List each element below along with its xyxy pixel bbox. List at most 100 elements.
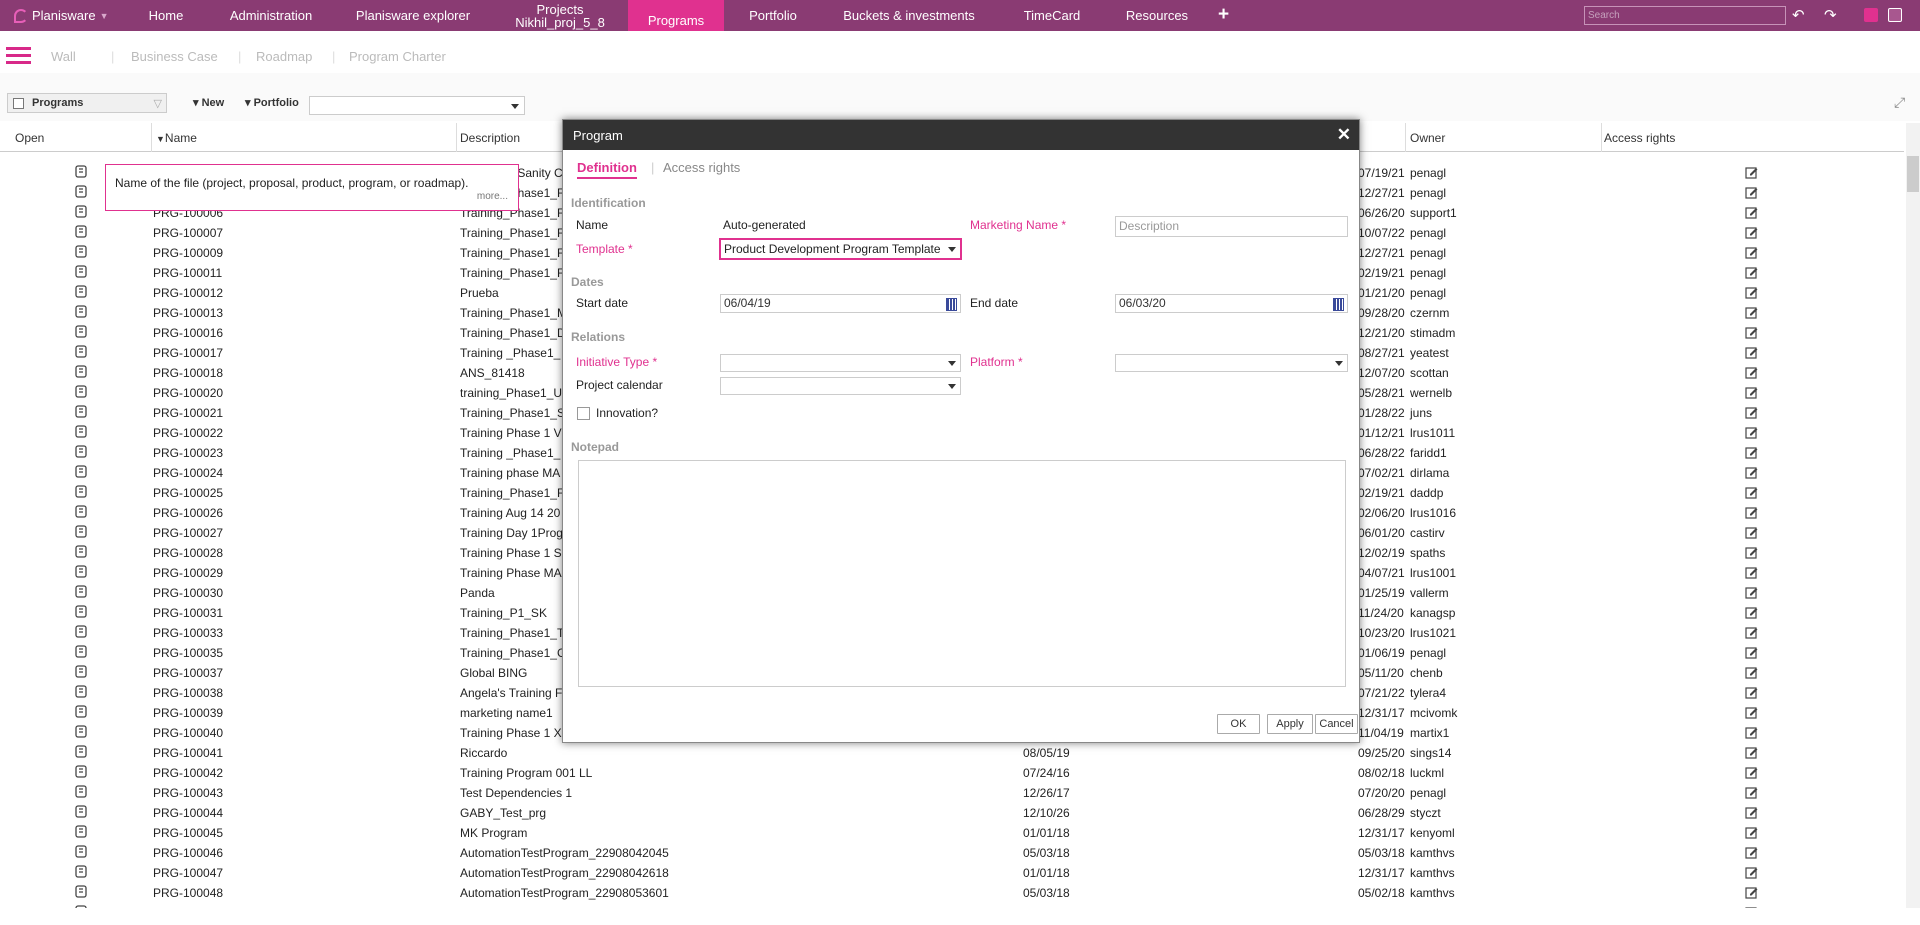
cell-name[interactable]: PRG-100046	[153, 846, 223, 860]
undo-icon[interactable]: ↶	[1792, 6, 1805, 24]
marketing-name-field[interactable]: Description	[1115, 216, 1348, 237]
open-file-icon[interactable]	[74, 565, 88, 578]
cell-name[interactable]: PRG-100028	[153, 546, 223, 560]
template-select[interactable]: Product Development Program Template	[720, 239, 961, 259]
edit-icon[interactable]	[1745, 766, 1758, 779]
edit-icon[interactable]	[1745, 526, 1758, 539]
cell-name[interactable]: PRG-100026	[153, 506, 223, 520]
cell-name[interactable]: PRG-100022	[153, 426, 223, 440]
portfolio-menu[interactable]: ▾ Portfolio	[245, 96, 299, 109]
innovation-checkbox[interactable]	[577, 407, 590, 420]
notification-icon[interactable]	[1864, 8, 1878, 22]
calendar-icon[interactable]	[946, 298, 957, 311]
edit-icon[interactable]	[1745, 306, 1758, 319]
cell-name[interactable]: PRG-100037	[153, 666, 223, 680]
edit-icon[interactable]	[1745, 566, 1758, 579]
edit-icon[interactable]	[1745, 426, 1758, 439]
menu-list-icon[interactable]	[6, 47, 31, 65]
edit-icon[interactable]	[1745, 846, 1758, 859]
edit-icon[interactable]	[1745, 266, 1758, 279]
cell-name[interactable]: PRG-100039	[153, 706, 223, 720]
edit-icon[interactable]	[1745, 806, 1758, 819]
list-selector[interactable]: Programs ▽	[7, 93, 167, 113]
platform-select[interactable]	[1115, 354, 1348, 372]
open-file-icon[interactable]	[74, 805, 88, 818]
open-file-icon[interactable]	[74, 485, 88, 498]
open-file-icon[interactable]	[74, 445, 88, 458]
cell-name[interactable]: PRG-100044	[153, 806, 223, 820]
open-file-icon[interactable]	[74, 365, 88, 378]
notepad-textarea[interactable]	[578, 460, 1346, 687]
edit-icon[interactable]	[1745, 466, 1758, 479]
subnav-business-case[interactable]: Business Case	[131, 49, 218, 64]
open-file-icon[interactable]	[74, 865, 88, 878]
cell-name[interactable]: PRG-100018	[153, 366, 223, 380]
apply-button[interactable]: Apply	[1267, 714, 1313, 734]
project-calendar-select[interactable]	[720, 377, 961, 395]
column-header-open[interactable]: Open	[15, 131, 44, 145]
portfolio-select[interactable]	[309, 96, 525, 115]
open-file-icon[interactable]	[74, 765, 88, 778]
tooltip-more-link[interactable]: more...	[477, 191, 508, 202]
open-file-icon[interactable]	[74, 405, 88, 418]
tab-definition[interactable]: Definition	[577, 160, 637, 179]
save-icon[interactable]	[1888, 8, 1902, 22]
tab-access-rights[interactable]: Access rights	[663, 160, 740, 175]
edit-icon[interactable]	[1745, 386, 1758, 399]
edit-icon[interactable]	[1745, 546, 1758, 559]
cell-name[interactable]: PRG-100048	[153, 886, 223, 900]
open-file-icon[interactable]	[74, 225, 88, 238]
open-file-icon[interactable]	[74, 305, 88, 318]
open-file-icon[interactable]	[74, 345, 88, 358]
cell-name[interactable]: PRG-100016	[153, 326, 223, 340]
edit-icon[interactable]	[1745, 246, 1758, 259]
open-file-icon[interactable]	[74, 265, 88, 278]
close-icon[interactable]: ✕	[1337, 125, 1351, 145]
cell-name[interactable]: PRG-100009	[153, 246, 223, 260]
cancel-button[interactable]: Cancel	[1315, 714, 1358, 734]
open-file-icon[interactable]	[74, 505, 88, 518]
open-file-icon[interactable]	[74, 905, 88, 908]
edit-icon[interactable]	[1745, 726, 1758, 739]
nav-administration[interactable]: Administration	[218, 0, 324, 31]
search-input[interactable]: Search	[1584, 6, 1786, 25]
cell-name[interactable]: PRG-100024	[153, 466, 223, 480]
edit-icon[interactable]	[1745, 326, 1758, 339]
cell-name[interactable]: PRG-100035	[153, 646, 223, 660]
edit-icon[interactable]	[1745, 286, 1758, 299]
edit-icon[interactable]	[1745, 366, 1758, 379]
open-file-icon[interactable]	[74, 245, 88, 258]
edit-icon[interactable]	[1745, 506, 1758, 519]
subnav-roadmap[interactable]: Roadmap	[256, 49, 312, 64]
edit-icon[interactable]	[1745, 206, 1758, 219]
table-row[interactable]: PRG-100041 Riccardo 08/05/19 09/25/20 sings1…	[0, 742, 1904, 762]
cell-name[interactable]: PRG-100047	[153, 866, 223, 880]
cell-name[interactable]: PRG-100042	[153, 766, 223, 780]
column-header-name[interactable]: ▼Name	[156, 131, 197, 145]
vertical-scrollbar[interactable]	[1906, 123, 1920, 908]
nav-home[interactable]: Home	[140, 0, 192, 31]
edit-icon[interactable]	[1745, 626, 1758, 639]
open-file-icon[interactable]	[74, 585, 88, 598]
calendar-icon[interactable]	[1333, 298, 1344, 311]
open-file-icon[interactable]	[74, 425, 88, 438]
cell-name[interactable]: PRG-100043	[153, 786, 223, 800]
edit-icon[interactable]	[1745, 606, 1758, 619]
edit-icon[interactable]	[1745, 866, 1758, 879]
start-date-field[interactable]: 06/04/19	[720, 294, 961, 313]
cell-name[interactable]: PRG-100038	[153, 686, 223, 700]
open-file-icon[interactable]	[74, 385, 88, 398]
cell-name[interactable]: PRG-100040	[153, 726, 223, 740]
edit-icon[interactable]	[1745, 226, 1758, 239]
edit-icon[interactable]	[1745, 586, 1758, 599]
table-row[interactable]: PRG-100045 MK Program 01/01/18 12/31/17 keny…	[0, 822, 1904, 842]
filter-icon[interactable]: ▽	[154, 97, 162, 110]
edit-icon[interactable]	[1745, 406, 1758, 419]
planisware-logo[interactable]: Planisware ▼	[14, 0, 109, 31]
edit-icon[interactable]	[1745, 486, 1758, 499]
table-row[interactable]: PRG-100043 Test Dependencies 1 12/26/17 07/…	[0, 782, 1904, 802]
add-tab-icon[interactable]: +	[1218, 4, 1229, 26]
edit-icon[interactable]	[1745, 646, 1758, 659]
cell-name[interactable]: PRG-100011	[153, 266, 222, 280]
edit-icon[interactable]	[1745, 166, 1758, 179]
